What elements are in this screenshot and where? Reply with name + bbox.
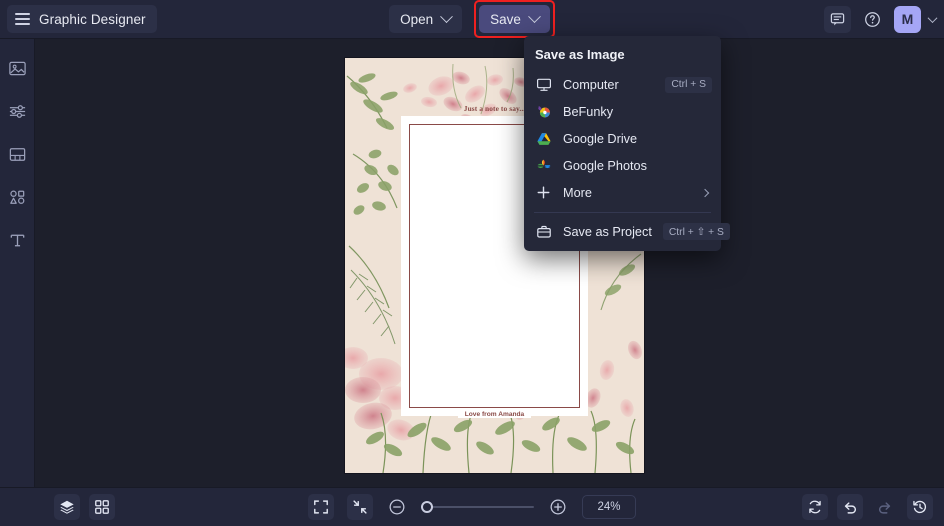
menu-item-computer[interactable]: Computer Ctrl + S	[524, 71, 721, 98]
sidebar-item-edit[interactable]	[6, 100, 28, 122]
app-menu-button[interactable]: Graphic Designer	[7, 5, 157, 33]
menu-item-google-drive[interactable]: Google Drive	[524, 125, 721, 152]
text-icon	[10, 234, 24, 246]
bottom-toolbar-right	[802, 494, 933, 520]
save-dropdown-menu: Save as Image Computer Ctrl + S BeFunky …	[524, 36, 730, 251]
menu-item-more[interactable]: More	[524, 179, 721, 206]
sidebar-item-frames[interactable]	[6, 143, 28, 165]
menu-item-label: Save as Project	[563, 224, 652, 239]
menu-item-google-photos[interactable]: Google Photos	[524, 152, 721, 179]
open-button[interactable]: Open	[389, 5, 463, 33]
chevron-right-icon	[700, 188, 710, 197]
menu-item-save-as-project[interactable]: Save as Project Ctrl + ⇧ + S	[524, 218, 730, 245]
briefcase-icon	[535, 223, 552, 240]
befunky-logo-icon	[535, 103, 552, 120]
grid-view-button[interactable]	[89, 494, 115, 520]
google-drive-icon	[535, 130, 552, 147]
avatar-initial: M	[901, 11, 914, 27]
save-button[interactable]: Save	[479, 5, 550, 33]
undo-icon	[844, 502, 856, 514]
menu-item-label: Computer	[563, 77, 619, 92]
open-label: Open	[400, 11, 434, 27]
menu-item-label: Google Photos	[563, 158, 647, 173]
grid-icon	[95, 500, 109, 514]
chevron-down-icon	[440, 9, 453, 23]
zoom-slider-knob[interactable]	[421, 501, 433, 513]
left-tool-rail	[0, 39, 35, 487]
redo-button[interactable]	[872, 494, 898, 520]
sidebar-item-text[interactable]	[6, 229, 28, 251]
canvas-stage[interactable]: Just a note to say... Love from Amanda	[35, 39, 944, 487]
sidebar-item-image[interactable]	[6, 57, 28, 79]
menu-item-befunky[interactable]: BeFunky	[524, 98, 721, 125]
bottom-toolbar-left	[54, 494, 115, 520]
fit-to-screen-icon	[314, 500, 328, 514]
history-clock-icon	[913, 500, 927, 514]
menu-item-shortcut: Ctrl + ⇧ + S	[662, 223, 730, 240]
note-signature-wrap: Love from Amanda	[419, 403, 570, 421]
fit-to-screen-button[interactable]	[308, 494, 334, 520]
shapes-icon	[9, 190, 24, 204]
frame-icon	[9, 147, 25, 161]
menu-item-label: Google Drive	[563, 131, 638, 146]
zoom-in-button[interactable]	[547, 496, 569, 518]
app-root: Graphic Designer Open Save M Just a note…	[0, 0, 944, 526]
top-toolbar: Graphic Designer Open Save M	[0, 0, 944, 39]
reset-button[interactable]	[802, 494, 828, 520]
sliders-icon	[9, 104, 25, 118]
menu-item-shortcut: Ctrl + S	[665, 76, 712, 93]
bottom-toolbar: 24%	[0, 487, 944, 526]
zoom-out-button[interactable]	[386, 496, 408, 518]
google-photos-icon	[535, 157, 552, 174]
history-button[interactable]	[907, 494, 933, 520]
collapse-icon	[353, 500, 367, 514]
layers-icon	[60, 500, 74, 514]
question-circle-icon	[865, 11, 880, 27]
avatar[interactable]: M	[894, 5, 921, 33]
note-signature[interactable]: Love from Amanda	[457, 411, 532, 418]
zoom-level-display[interactable]: 24%	[582, 495, 636, 519]
plus-icon	[535, 184, 552, 201]
save-label: Save	[490, 11, 521, 27]
app-title: Graphic Designer	[39, 11, 146, 27]
monitor-icon	[535, 76, 552, 93]
plus-circle-icon	[550, 499, 566, 515]
sidebar-item-graphics[interactable]	[6, 186, 28, 208]
menu-item-label: BeFunky	[563, 104, 614, 119]
save-button-highlight: Save	[474, 0, 555, 38]
redo-icon	[879, 502, 891, 514]
chevron-down-icon	[528, 9, 541, 23]
account-chevron-down-icon[interactable]	[927, 12, 938, 23]
reset-icon	[809, 500, 821, 514]
help-button[interactable]	[859, 6, 886, 33]
image-icon	[8, 61, 26, 75]
menu-divider	[534, 212, 711, 213]
chat-bubble-icon	[830, 12, 845, 25]
feedback-button[interactable]	[824, 5, 851, 33]
zoom-slider-track	[421, 506, 534, 508]
collapse-view-button[interactable]	[347, 494, 373, 520]
top-toolbar-right: M	[824, 5, 938, 33]
minus-circle-icon	[389, 499, 405, 515]
zoom-slider[interactable]	[421, 500, 534, 514]
menu-item-label: More	[563, 185, 592, 200]
save-menu-title: Save as Image	[535, 47, 625, 62]
undo-button[interactable]	[837, 494, 863, 520]
layers-button[interactable]	[54, 494, 80, 520]
hamburger-icon	[15, 13, 30, 25]
